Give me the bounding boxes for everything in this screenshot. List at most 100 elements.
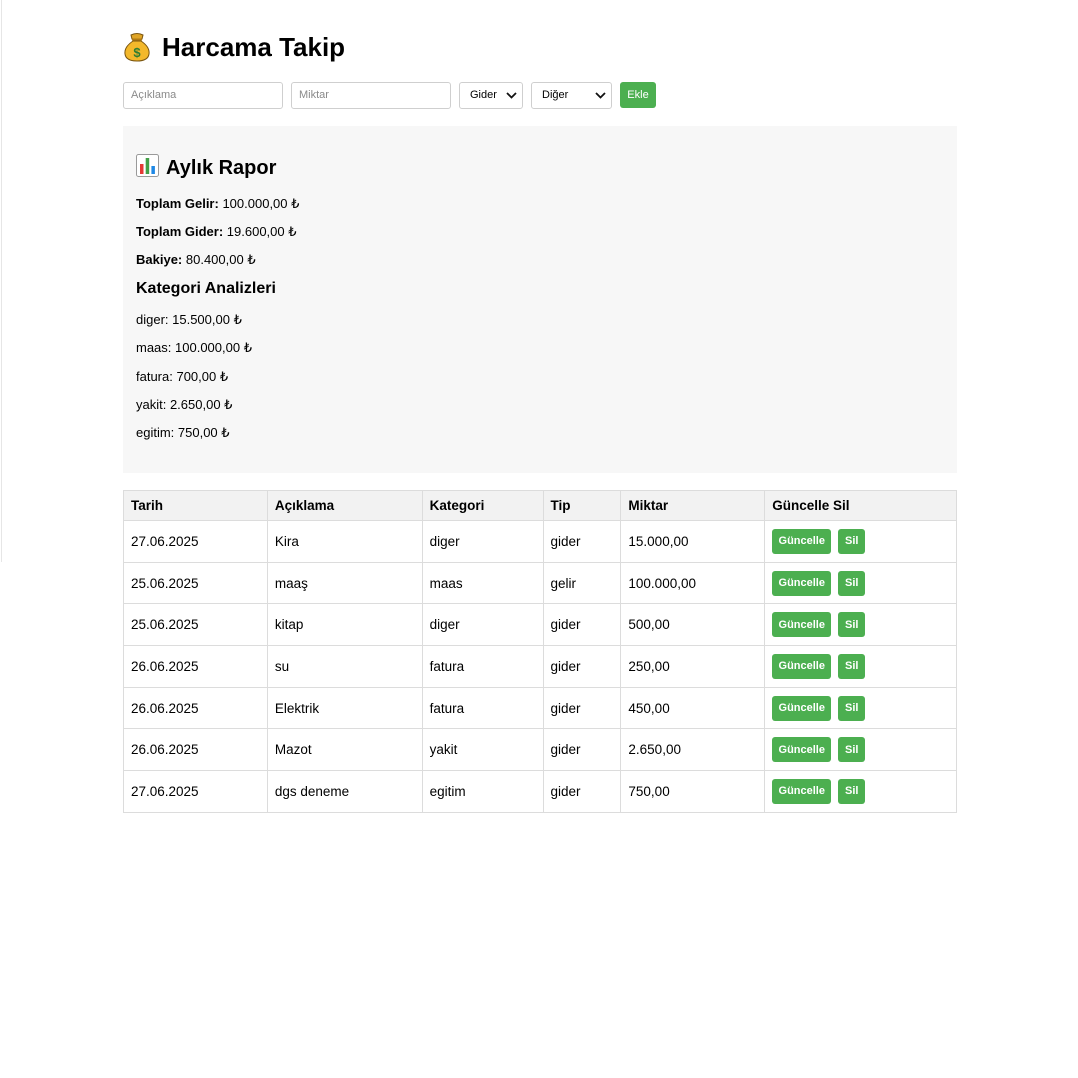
cell-description: Elektrik [266,686,423,730]
total-income-value: 100.000,00 ₺ [222,196,300,211]
delete-button[interactable]: Sil [838,653,866,679]
total-expense-label: Toplam Gider: [136,224,224,239]
cell-actions: Güncelle Sil [764,686,957,730]
cell-actions: Güncelle Sil [764,603,957,647]
balance-value: 80.400,00 ₺ [185,252,256,267]
table-header-row: Tarih Açıklama Kategori Tip Miktar Günce… [123,490,957,521]
report-title-text: Aylık Rapor [166,156,277,179]
total-expense-value: 19.600,00 ₺ [226,224,297,239]
cell-type: gider [542,728,622,772]
update-button[interactable]: Güncelle [772,778,832,804]
cell-category: maas [421,561,544,605]
cell-amount: 250,00 [620,645,766,688]
cell-description: Mazot [266,728,423,772]
cell-category: fatura [421,686,544,730]
cell-actions: Güncelle Sil [764,520,957,563]
total-expense-line: Toplam Gider: 19.600,00 ₺ [136,218,944,246]
category-select[interactable]: Diğer [531,81,612,109]
money-bag-icon: $ [123,32,151,62]
category-analysis-title: Kategori Analizleri [136,280,276,297]
cell-category: diger [421,603,544,647]
table-row: 25.06.2025 maaş maas gelir 100.000,00 Gü… [123,561,957,605]
header-actions: Güncelle Sil [764,490,957,521]
cell-description: su [266,645,423,688]
update-button[interactable]: Güncelle [772,570,832,596]
page-left-edge [0,0,2,562]
cell-amount: 100.000,00 [620,561,766,605]
type-select[interactable]: Gider [459,81,523,109]
total-income-label: Toplam Gelir: [136,196,219,211]
cell-date: 25.06.2025 [123,603,268,647]
cell-date: 27.06.2025 [123,520,268,563]
cell-amount: 2.650,00 [620,728,766,772]
cell-amount: 500,00 [620,603,766,647]
cell-category: egitim [421,770,544,813]
total-income-line: Toplam Gelir: 100.000,00 ₺ [136,190,944,218]
update-button[interactable]: Güncelle [772,612,832,638]
update-button[interactable]: Güncelle [772,695,832,721]
table-row: 27.06.2025 dgs deneme egitim gider 750,0… [123,770,957,813]
header-description: Açıklama [266,490,423,521]
table-row: 26.06.2025 su fatura gider 250,00 Güncel… [123,645,957,688]
monthly-report-panel: Aylık Rapor Toplam Gelir: 100.000,00 ₺ T… [123,126,957,473]
update-button[interactable]: Güncelle [772,528,832,554]
cell-category: diger [421,520,544,563]
balance-label: Bakiye: [136,252,183,267]
description-input[interactable] [123,81,283,109]
category-select-value: Diğer [542,89,569,101]
update-button[interactable]: Güncelle [772,653,832,679]
cell-actions: Güncelle Sil [764,728,957,772]
cell-type: gelir [542,561,622,605]
cell-description: Kira [266,520,423,563]
category-list: diger: 15.500,00 ₺ maas: 100.000,00 ₺ fa… [136,306,944,447]
header-date: Tarih [123,490,268,521]
cell-description: kitap [266,603,423,647]
update-button[interactable]: Güncelle [772,737,832,763]
cell-date: 25.06.2025 [123,561,268,605]
cell-type: gider [542,603,622,647]
cell-type: gider [542,520,622,563]
delete-button[interactable]: Sil [838,778,866,804]
category-item: diger: 15.500,00 ₺ [136,312,242,327]
type-select-value: Gider [470,89,497,101]
category-item: fatura: 700,00 ₺ [136,368,229,384]
cell-category: yakit [421,728,544,772]
report-title: Aylık Rapor [136,153,944,182]
delete-button[interactable]: Sil [838,737,866,763]
cell-amount: 450,00 [620,686,766,730]
transactions-table: Tarih Açıklama Kategori Tip Miktar Günce… [123,490,957,813]
cell-actions: Güncelle Sil [764,561,957,605]
delete-button[interactable]: Sil [838,528,866,554]
cell-category: fatura [421,645,544,688]
cell-date: 26.06.2025 [123,645,268,688]
cell-description: dgs deneme [266,770,423,813]
table-row: 25.06.2025 kitap diger gider 500,00 Günc… [123,603,957,647]
category-item: maas: 100.000,00 ₺ [136,340,252,356]
header-category: Kategori [421,490,544,521]
cell-type: gider [542,645,622,688]
amount-input[interactable] [291,81,451,109]
table-row: 26.06.2025 Mazot yakit gider 2.650,00 Gü… [123,728,957,772]
add-button[interactable]: Ekle [620,82,656,108]
header-amount: Miktar [620,490,766,521]
app-title-text: Harcama Takip [162,31,346,62]
cell-type: gider [542,770,622,813]
cell-amount: 15.000,00 [620,520,766,563]
svg-text:$: $ [133,45,141,60]
cell-actions: Güncelle Sil [764,645,957,688]
cell-type: gider [542,686,622,730]
delete-button[interactable]: Sil [838,695,866,721]
category-item: yakit: 2.650,00 ₺ [136,396,233,412]
entry-form: Gider Diğer Ekle [123,81,957,109]
cell-description: maaş [266,561,423,605]
cell-date: 26.06.2025 [123,686,268,730]
delete-button[interactable]: Sil [838,570,866,596]
delete-button[interactable]: Sil [838,612,866,638]
header-type: Tip [542,490,622,521]
cell-amount: 750,00 [620,770,766,813]
balance-line: Bakiye: 80.400,00 ₺ [136,246,944,274]
cell-date: 26.06.2025 [123,728,268,772]
table-row: 26.06.2025 Elektrik fatura gider 450,00 … [123,686,957,730]
page-title: $ Harcama Takip [123,29,957,65]
chevron-down-icon [506,91,517,99]
